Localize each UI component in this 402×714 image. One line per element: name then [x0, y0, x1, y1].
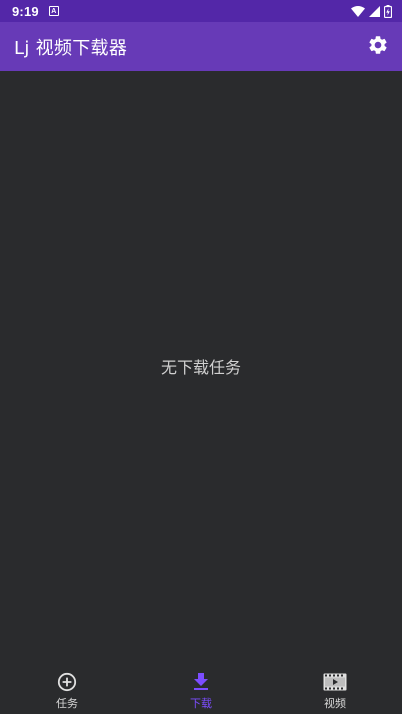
nav-item-download[interactable]: 下载 — [134, 664, 268, 714]
app-bar: Lj 视频下载器 — [0, 22, 402, 71]
battery-icon — [384, 4, 392, 18]
app-title: Lj 视频下载器 — [14, 37, 128, 59]
empty-state-message: 无下载任务 — [160, 357, 241, 377]
nav-item-tasks[interactable]: 任务 — [0, 664, 134, 714]
screen: 9:19 A Lj 视频下载器 无下载任务 任务 下载 视频 — [0, 0, 402, 714]
signal-icon — [369, 5, 380, 17]
nav-label-tasks: 任务 — [56, 697, 78, 710]
video-film-icon — [323, 671, 347, 693]
main-content: 无下载任务 — [0, 71, 402, 664]
nav-label-video: 视频 — [324, 697, 346, 710]
gear-icon — [367, 34, 389, 60]
notification-a-icon: A — [48, 6, 59, 16]
status-bar: 9:19 A — [0, 0, 402, 22]
download-icon — [189, 671, 213, 693]
settings-button[interactable] — [366, 35, 390, 59]
add-circle-icon — [55, 671, 79, 693]
status-icons — [351, 4, 392, 18]
wifi-icon — [351, 5, 365, 17]
nav-label-download: 下载 — [190, 697, 212, 710]
status-time: 9:19 — [12, 3, 39, 19]
nav-item-video[interactable]: 视频 — [268, 664, 402, 714]
bottom-navigation: 任务 下载 视频 — [0, 664, 402, 714]
